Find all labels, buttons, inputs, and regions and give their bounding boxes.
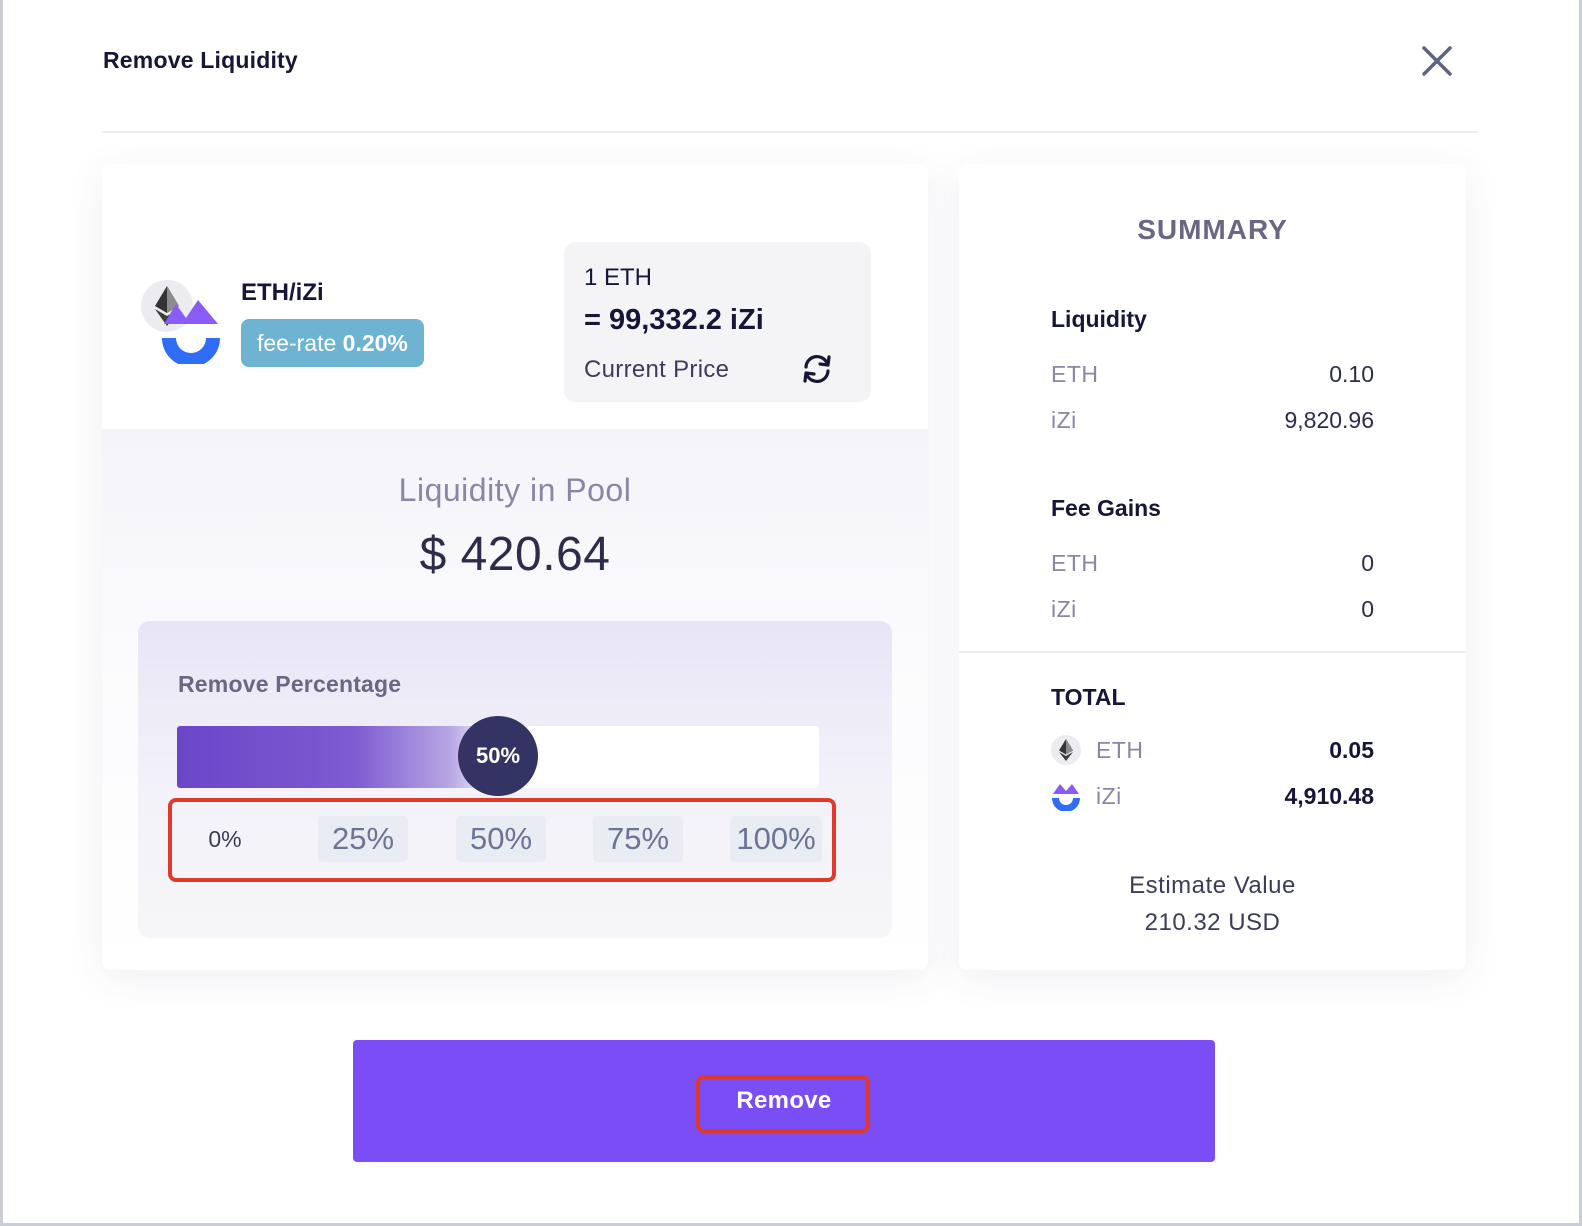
price-caption: Current Price bbox=[584, 356, 730, 383]
current-price-box: 1 ETH = 99,332.2 iZi Current Price bbox=[564, 242, 871, 402]
remove-liquidity-modal: Remove Liquidity ETH/iZi fee-rate 0.20% bbox=[0, 0, 1582, 1226]
estimate-value-label: Estimate Value bbox=[1129, 872, 1296, 899]
price-quote: = 99,332.2 iZi bbox=[584, 304, 764, 336]
remove-percentage-panel: Remove Percentage 50% 0% 25% 50% 75% 100… bbox=[138, 621, 892, 938]
slider-fill bbox=[177, 726, 498, 788]
fee-gains-izi-label: iZi bbox=[1051, 596, 1077, 622]
fee-rate-label: fee-rate bbox=[257, 330, 337, 356]
liquidity-eth-label: ETH bbox=[1051, 361, 1099, 387]
fee-rate-value: 0.20% bbox=[342, 330, 408, 356]
remove-percentage-slider[interactable]: 50% bbox=[177, 716, 819, 796]
modal-title: Remove Liquidity bbox=[103, 47, 298, 73]
eth-izi-pair-icon bbox=[141, 280, 220, 367]
header-divider bbox=[102, 131, 1478, 133]
liquidity-in-pool-title: Liquidity in Pool bbox=[398, 472, 632, 508]
frame-edge-left bbox=[0, 0, 3, 1226]
fee-gains-heading: Fee Gains bbox=[1051, 495, 1161, 521]
estimate-value: 210.32 USD bbox=[1144, 909, 1281, 936]
pair-name: ETH/iZi bbox=[241, 279, 324, 306]
liquidity-in-pool-value: $ 420.64 bbox=[419, 528, 611, 581]
percent-option-50[interactable]: 50% bbox=[456, 816, 546, 862]
price-base: 1 ETH bbox=[584, 264, 653, 291]
remove-percentage-label: Remove Percentage bbox=[178, 671, 402, 697]
summary-title: SUMMARY bbox=[1137, 214, 1288, 245]
liquidity-heading: Liquidity bbox=[1051, 306, 1147, 332]
percent-option-25[interactable]: 25% bbox=[318, 816, 408, 862]
pool-card: ETH/iZi fee-rate 0.20% 1 ETH = 99,332.2 … bbox=[102, 164, 928, 970]
pool-header: ETH/iZi fee-rate 0.20% 1 ETH = 99,332.2 … bbox=[102, 164, 928, 429]
fee-gains-eth-label: ETH bbox=[1051, 550, 1099, 576]
eth-icon bbox=[1051, 735, 1081, 765]
liquidity-izi-value: 9,820.96 bbox=[1284, 407, 1374, 433]
total-izi-value: 4,910.48 bbox=[1284, 783, 1374, 809]
token-pair-icons bbox=[140, 280, 224, 367]
remove-button[interactable]: Remove bbox=[353, 1040, 1215, 1162]
total-izi-label: iZi bbox=[1096, 783, 1122, 809]
remove-button-label: Remove bbox=[736, 1087, 832, 1114]
percent-option-75[interactable]: 75% bbox=[593, 816, 683, 862]
izi-icon bbox=[1051, 781, 1081, 812]
fee-rate-badge: fee-rate 0.20% bbox=[241, 319, 424, 367]
percentage-options: 0% 25% 50% 75% 100% bbox=[168, 798, 836, 882]
total-eth-label: ETH bbox=[1096, 737, 1144, 763]
slider-thumb[interactable]: 50% bbox=[458, 716, 538, 796]
percent-option-0[interactable]: 0% bbox=[200, 816, 250, 862]
fee-gains-eth-value: 0 bbox=[1361, 550, 1374, 576]
total-heading: TOTAL bbox=[1051, 684, 1126, 710]
summary-card: SUMMARY Liquidity ETH 0.10 iZi 9,820.96 … bbox=[959, 164, 1466, 970]
fee-gains-izi-value: 0 bbox=[1361, 596, 1374, 622]
close-icon[interactable] bbox=[1418, 42, 1456, 80]
total-eth-value: 0.05 bbox=[1329, 737, 1374, 763]
summary-divider bbox=[959, 651, 1466, 653]
percent-option-100[interactable]: 100% bbox=[730, 816, 822, 862]
liquidity-eth-value: 0.10 bbox=[1329, 361, 1374, 387]
liquidity-izi-label: iZi bbox=[1051, 407, 1077, 433]
refresh-icon[interactable] bbox=[800, 352, 834, 386]
